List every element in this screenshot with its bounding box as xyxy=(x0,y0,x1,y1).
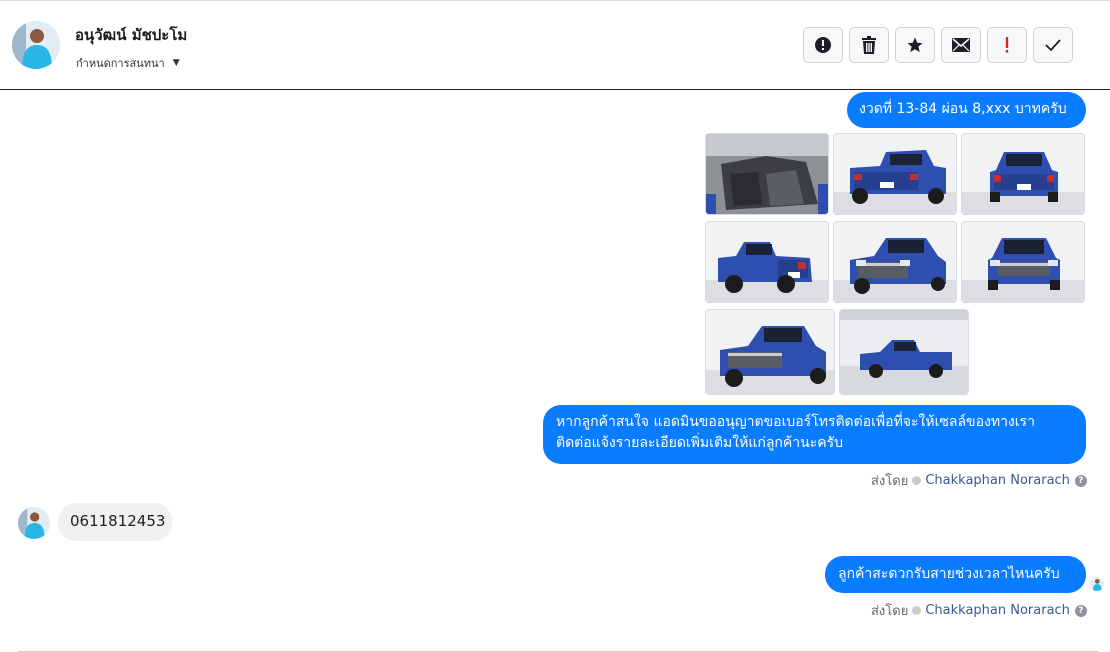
contact-avatar-small[interactable] xyxy=(18,507,50,539)
car-photo[interactable] xyxy=(961,133,1085,215)
header-actions xyxy=(803,27,1073,63)
sent-by-info: ส่งโดย Chakkaphan Norarach ? xyxy=(871,600,1087,621)
follow-up-button[interactable] xyxy=(987,27,1027,63)
message-text: 0611812453 xyxy=(70,512,166,530)
mark-unread-button[interactable] xyxy=(941,27,981,63)
car-photo[interactable] xyxy=(705,221,829,303)
sent-by-label: ส่งโดย xyxy=(871,604,909,619)
delete-button[interactable] xyxy=(849,27,889,63)
star-button[interactable] xyxy=(895,27,935,63)
trash-icon xyxy=(862,36,876,54)
message-text: ลูกค้าสะดวกรับสายช่วงเวลาไหนครับ xyxy=(838,566,1060,582)
verified-icon xyxy=(912,476,922,485)
verified-icon xyxy=(912,606,922,615)
exclamation-icon xyxy=(1005,37,1009,53)
help-icon[interactable]: ? xyxy=(1074,604,1087,617)
car-photo[interactable] xyxy=(839,309,969,395)
contact-name[interactable]: อนุวัฒน์ มัชปะโม xyxy=(75,23,187,47)
conversation-status-label: กำหนดการสนทนา xyxy=(76,57,165,70)
seen-avatar xyxy=(1090,577,1104,591)
incoming-message[interactable]: 0611812453 xyxy=(58,503,172,541)
car-photo[interactable] xyxy=(833,221,957,303)
car-photo[interactable] xyxy=(833,133,957,215)
envelope-icon xyxy=(952,38,970,52)
agent-name[interactable]: Chakkaphan Norarach xyxy=(925,603,1070,618)
check-icon xyxy=(1045,39,1061,52)
agent-name[interactable]: Chakkaphan Norarach xyxy=(925,473,1070,488)
mark-done-button[interactable] xyxy=(1033,27,1073,63)
star-icon xyxy=(907,37,923,53)
outgoing-message[interactable]: งวดที่ 13-84 ผ่อน 8,xxx บาทครับ xyxy=(847,92,1086,128)
contact-avatar[interactable] xyxy=(12,21,60,69)
sent-by-label: ส่งโดย xyxy=(871,474,909,489)
sent-by-info: ส่งโดย Chakkaphan Norarach ? xyxy=(871,470,1087,491)
caret-down-icon: ▼ xyxy=(172,58,180,68)
car-photo[interactable] xyxy=(705,133,829,215)
message-text: งวดที่ 13-84 ผ่อน 8,xxx บาทครับ xyxy=(859,101,1067,117)
message-text-line: ติดต่อแจ้งรายละเอียดเพิ่มเติมให้แก่ลูกค้… xyxy=(556,435,843,451)
conversation-status-dropdown[interactable]: กำหนดการสนทนา ▼ xyxy=(76,54,180,72)
alert-icon xyxy=(815,37,831,53)
conversation-header: อนุวัฒน์ มัชปะโม กำหนดการสนทนา ▼ xyxy=(0,0,1110,90)
mark-spam-button[interactable] xyxy=(803,27,843,63)
car-photo[interactable] xyxy=(961,221,1085,303)
outgoing-message[interactable]: ลูกค้าสะดวกรับสายช่วงเวลาไหนครับ xyxy=(825,556,1086,593)
car-photo[interactable] xyxy=(705,309,835,395)
message-text-line: หากลูกค้าสนใจ แอดมินขออนุญาตขอเบอร์โทรติ… xyxy=(556,414,1035,430)
help-icon[interactable]: ? xyxy=(1074,474,1087,487)
outgoing-message[interactable]: หากลูกค้าสนใจ แอดมินขออนุญาตขอเบอร์โทรติ… xyxy=(543,405,1086,464)
